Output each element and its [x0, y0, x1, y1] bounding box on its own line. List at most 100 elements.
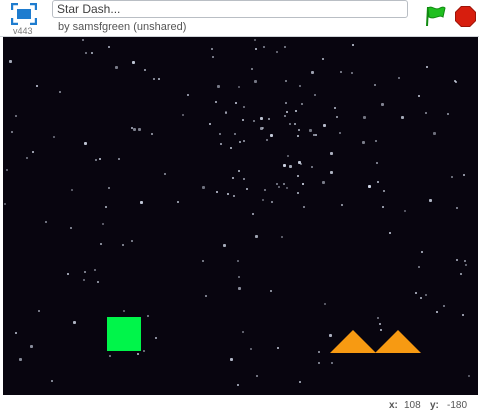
star: [286, 187, 288, 189]
star: [254, 80, 257, 83]
star: [94, 269, 96, 271]
star: [237, 384, 239, 386]
star: [294, 123, 296, 125]
star: [30, 345, 33, 348]
star: [254, 39, 256, 41]
star: [108, 46, 110, 48]
star: [109, 355, 111, 357]
star: [95, 159, 97, 161]
star: [401, 116, 404, 119]
star: [243, 178, 245, 180]
star: [242, 331, 244, 333]
green-flag-icon: [426, 6, 446, 27]
star: [85, 52, 87, 54]
star: [314, 94, 316, 96]
star: [426, 66, 428, 68]
star: [420, 297, 422, 299]
star: [102, 223, 104, 225]
star: [38, 310, 40, 312]
star: [276, 51, 278, 53]
star: [266, 139, 268, 141]
star: [281, 236, 283, 238]
star: [99, 158, 101, 160]
star: [115, 66, 118, 69]
spike-sprite[interactable]: [375, 330, 421, 353]
star: [155, 337, 157, 339]
star: [468, 375, 470, 377]
star: [36, 85, 38, 87]
star: [19, 358, 22, 361]
star: [418, 266, 420, 268]
star: [389, 232, 391, 234]
star: [398, 77, 400, 79]
star: [368, 185, 371, 188]
star: [425, 112, 427, 114]
star: [322, 181, 325, 184]
star: [433, 132, 436, 135]
fullscreen-icon: [10, 2, 38, 26]
star: [287, 155, 289, 157]
star: [284, 115, 286, 117]
star: [250, 348, 252, 350]
star: [15, 115, 17, 117]
star: [230, 147, 232, 149]
star: [297, 135, 299, 137]
star: [144, 69, 146, 71]
stage[interactable]: [3, 37, 478, 395]
mouse-x-label: x:: [389, 400, 398, 411]
star: [238, 287, 241, 290]
spike-sprite[interactable]: [330, 330, 376, 353]
star: [284, 46, 286, 48]
star: [270, 134, 273, 137]
star: [243, 140, 245, 142]
version-label: v443: [13, 26, 33, 36]
star: [425, 294, 427, 296]
star: [339, 132, 341, 134]
star: [260, 117, 263, 120]
star: [454, 80, 456, 82]
star: [377, 317, 379, 319]
star: [315, 134, 317, 136]
stop-button[interactable]: [455, 6, 476, 27]
star: [251, 68, 253, 70]
star: [84, 271, 86, 273]
star: [45, 221, 47, 223]
star: [91, 52, 93, 54]
star: [26, 157, 28, 159]
green-flag-button[interactable]: [424, 5, 446, 27]
star: [220, 143, 222, 145]
star: [352, 44, 354, 46]
star: [232, 177, 234, 179]
star: [334, 107, 336, 109]
player-sprite[interactable]: [107, 317, 141, 351]
star: [108, 187, 110, 189]
star: [451, 176, 453, 178]
star: [382, 206, 384, 208]
star: [51, 380, 53, 382]
star: [297, 175, 299, 177]
star: [456, 207, 458, 209]
star: [330, 152, 333, 155]
star: [137, 353, 139, 355]
star: [298, 129, 300, 131]
star: [276, 183, 278, 185]
star: [225, 111, 227, 113]
star: [271, 201, 273, 203]
fullscreen-button[interactable]: [10, 2, 38, 26]
star: [375, 140, 377, 142]
star: [299, 85, 301, 87]
star: [263, 46, 265, 48]
star: [404, 210, 406, 212]
mouse-y-value: -180: [447, 400, 468, 411]
star: [182, 114, 184, 116]
star: [59, 91, 61, 93]
star: [187, 94, 189, 96]
star: [264, 189, 266, 191]
project-title-input[interactable]: [52, 0, 408, 18]
star: [4, 203, 6, 205]
star: [131, 240, 133, 242]
star: [253, 120, 255, 122]
star: [322, 58, 324, 60]
star: [138, 128, 141, 131]
star: [212, 56, 214, 58]
